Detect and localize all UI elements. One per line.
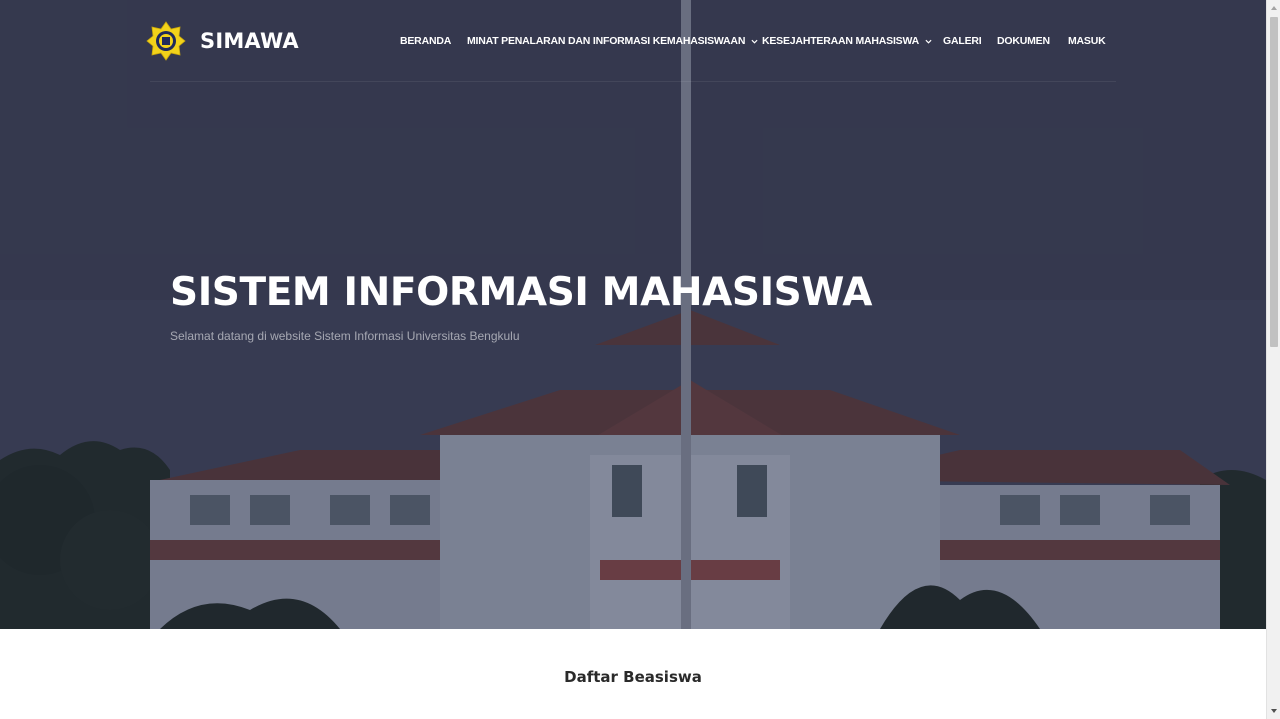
nav-item-minat-penalaran[interactable]: MINAT PENALARAN DAN INFORMASI KEMAHASISW…	[467, 33, 758, 49]
nav-item-label: KESEJAHTERAAN MAHASISWA	[762, 35, 919, 47]
nav-item-label: MINAT PENALARAN DAN INFORMASI KEMAHASISW…	[467, 35, 746, 47]
nav-item-label: MASUK	[1068, 35, 1106, 47]
navbar: SIMAWA BERANDA MINAT PENALARAN DAN INFOR…	[0, 0, 1266, 82]
main-nav: BERANDA MINAT PENALARAN DAN INFORMASI KE…	[0, 33, 1266, 49]
nav-item-label: GALERI	[943, 35, 982, 47]
nav-item-label: BERANDA	[400, 35, 452, 47]
nav-item-kesejahteraan[interactable]: KESEJAHTERAAN MAHASISWA	[762, 33, 932, 49]
nav-item-dokumen[interactable]: DOKUMEN	[997, 33, 1050, 49]
page-scrollbar[interactable]	[1266, 0, 1280, 719]
nav-item-beranda[interactable]: BERANDA	[400, 33, 451, 49]
hero-banner: SISTEM INFORMASI MAHASISWA Selamat datan…	[0, 0, 1266, 629]
navbar-divider	[150, 81, 1116, 82]
hero-title: SISTEM INFORMASI MAHASISWA	[170, 270, 873, 315]
scroll-down-arrow-icon[interactable]	[1270, 707, 1278, 715]
nav-item-masuk[interactable]: MASUK	[1068, 33, 1106, 49]
nav-item-label: DOKUMEN	[997, 35, 1050, 47]
scroll-up-arrow-icon[interactable]	[1270, 4, 1278, 12]
scrollbar-thumb[interactable]	[1270, 17, 1278, 347]
chevron-down-icon	[751, 39, 758, 44]
section-title-daftar-beasiswa: Daftar Beasiswa	[564, 668, 702, 686]
nav-item-galeri[interactable]: GALERI	[943, 33, 982, 49]
chevron-down-icon	[925, 39, 932, 44]
hero-subtitle: Selamat datang di website Sistem Informa…	[170, 329, 520, 343]
